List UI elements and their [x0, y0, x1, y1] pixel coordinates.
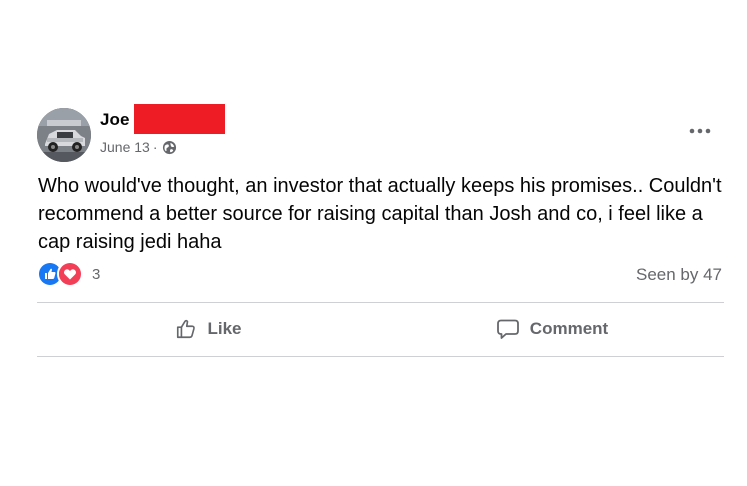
globe-icon[interactable]: [162, 140, 177, 155]
like-button[interactable]: Like: [37, 306, 380, 352]
divider: [37, 356, 724, 357]
comment-button[interactable]: Comment: [380, 306, 724, 352]
meta-separator: ·: [152, 139, 158, 155]
avatar-truck-image: [37, 108, 91, 162]
love-reaction-icon: [57, 261, 83, 287]
comment-label: Comment: [529, 319, 609, 338]
thumbs-up-icon: [177, 319, 196, 339]
reactions-summary[interactable]: 3: [37, 261, 100, 287]
post-card: Joe June 13 · Who would've thought, an i…: [0, 0, 747, 486]
post-meta: June 13 ·: [100, 138, 177, 156]
name-redaction: [134, 104, 225, 134]
reaction-count[interactable]: 3: [92, 266, 100, 283]
post-date[interactable]: June 13: [100, 139, 150, 155]
seen-by-count[interactable]: Seen by 47: [636, 265, 722, 285]
avatar[interactable]: [37, 108, 91, 162]
author-name[interactable]: Joe: [100, 110, 130, 130]
more-options-icon[interactable]: [686, 120, 716, 140]
comment-bubble-icon: [496, 319, 519, 339]
divider: [37, 302, 724, 303]
post-text: Who would've thought, an investor that a…: [38, 175, 722, 253]
like-label: Like: [207, 319, 242, 338]
